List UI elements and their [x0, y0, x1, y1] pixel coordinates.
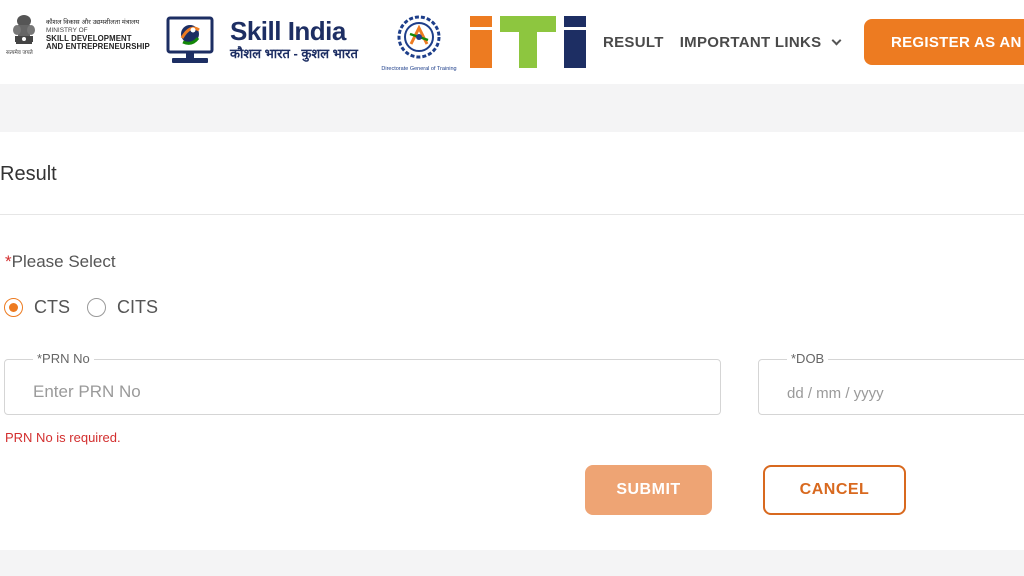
page-title: Result	[0, 163, 57, 185]
prn-error-message: PRN No is required.	[5, 430, 121, 445]
cancel-button[interactable]: CANCEL	[763, 465, 906, 515]
msde-hindi: कौशल विकास और उद्यमशीलता मंत्रालय	[46, 19, 140, 26]
prn-input[interactable]	[33, 382, 633, 402]
site-header: सत्यमेव जयते कौशल विकास और उद्यमशीलता मं…	[0, 0, 1024, 84]
main-nav: RESULT IMPORTANT LINKS	[603, 34, 842, 51]
msde-logo[interactable]: सत्यमेव जयते कौशल विकास और उद्यमशीलता मं…	[6, 14, 158, 66]
msde-line3: AND ENTREPRENEURSHIP	[46, 42, 150, 51]
skill-india-tagline: कौशल भारत - कुशल भारत	[230, 46, 358, 61]
dgt-gear-icon	[397, 15, 441, 59]
dob-field: *DOB	[758, 351, 1024, 415]
prn-label: *PRN No	[33, 351, 94, 366]
select-prompt-text: Please Select	[11, 252, 116, 271]
monitor-logo-icon[interactable]	[166, 16, 214, 66]
prn-field: *PRN No	[4, 351, 721, 415]
result-card: Result *Please Select CTS CITS *PRN No *…	[0, 132, 1024, 550]
skill-india-logo[interactable]: Skill India कौशल भारत - कुशल भारत	[230, 16, 370, 68]
emblem-caption: सत्यमेव जयते	[6, 50, 33, 56]
submit-button[interactable]: SUBMIT	[585, 465, 712, 515]
nav-important-links[interactable]: IMPORTANT LINKS	[679, 34, 842, 51]
chevron-down-icon	[831, 35, 842, 46]
required-mark: *	[5, 252, 12, 271]
radio-cts-label[interactable]: CTS	[34, 297, 70, 318]
radio-cts[interactable]	[4, 298, 23, 317]
select-prompt: *Please Select	[5, 252, 116, 272]
iti-logo[interactable]	[470, 14, 588, 68]
course-type-radio-group: CTS CITS	[4, 297, 175, 318]
title-divider	[0, 214, 1024, 215]
nav-important-links-label: IMPORTANT LINKS	[679, 34, 822, 51]
skill-india-title: Skill India	[230, 16, 346, 46]
msde-wordmark: कौशल विकास और उद्यमशीलता मंत्रालय MINIST…	[46, 14, 150, 51]
radio-cits[interactable]	[87, 298, 106, 317]
dgt-logo[interactable]: Directorate General of Training	[378, 14, 460, 72]
dob-label: *DOB	[787, 351, 829, 366]
dob-input[interactable]	[787, 385, 1007, 402]
dgt-caption: Directorate General of Training	[381, 66, 457, 72]
national-emblem-icon: सत्यमेव जयते	[6, 14, 40, 60]
nav-result[interactable]: RESULT	[603, 34, 664, 51]
radio-cits-label[interactable]: CITS	[117, 297, 158, 318]
register-button[interactable]: REGISTER AS AN	[864, 19, 1024, 65]
